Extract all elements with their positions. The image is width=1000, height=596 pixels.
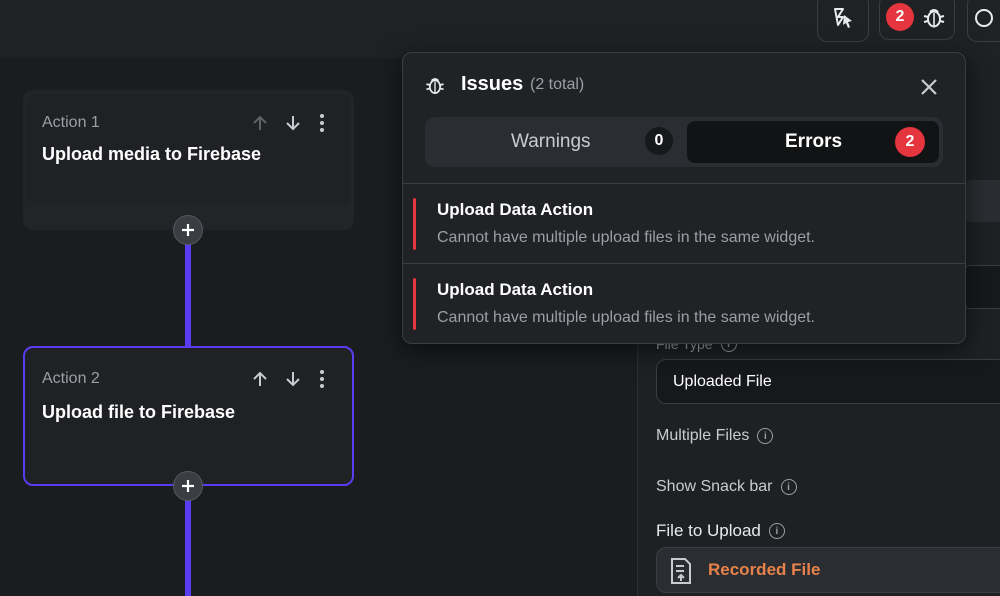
issue-title: Upload Data Action	[437, 280, 594, 299]
recorded-file-value: Recorded File	[708, 560, 821, 579]
action-label: Action 1	[42, 114, 100, 131]
move-down-button[interactable]	[282, 368, 304, 390]
file-type-dropdown[interactable]: Uploaded File	[656, 359, 1000, 404]
issues-popup: Issues (2 total) Warnings 0 Errors 2 Upl…	[402, 52, 966, 344]
settings-button[interactable]	[967, 0, 1000, 42]
flutterflow-cursor-icon	[834, 8, 852, 28]
close-button[interactable]	[915, 73, 943, 101]
file-to-upload-selector[interactable]: Recorded File	[656, 547, 1000, 593]
more-vert-icon	[320, 370, 324, 388]
issues-tabs: Warnings 0 Errors 2	[425, 117, 943, 167]
more-vert-icon	[320, 114, 324, 132]
errors-count-badge: 2	[895, 127, 925, 157]
info-icon[interactable]: i	[757, 428, 774, 444]
panel-field-obscured[interactable]	[964, 265, 1000, 309]
action-title: Upload file to Firebase	[42, 402, 236, 422]
issues-button[interactable]: 2	[879, 0, 955, 40]
action-card-1[interactable]: Action 1 Upload media to Firebase	[23, 90, 354, 230]
issue-description: Cannot have multiple upload files in the…	[437, 309, 815, 326]
issue-title: Upload Data Action	[437, 200, 594, 219]
issues-total: (2 total)	[530, 76, 585, 93]
flow-connector-line	[185, 240, 191, 350]
tab-warnings[interactable]: Warnings 0	[425, 117, 687, 167]
issue-item[interactable]: Upload Data Action Cannot have multiple …	[403, 183, 965, 264]
issues-title: Issues	[461, 73, 524, 95]
arrow-down-icon	[286, 116, 300, 131]
action-label: Action 2	[42, 370, 100, 387]
bug-icon	[923, 9, 945, 28]
document-upload-icon	[671, 558, 691, 584]
multiple-files-label: Multiple Files i	[656, 427, 774, 445]
plus-icon	[182, 480, 194, 492]
top-toolbar: 2	[0, 0, 1000, 59]
preview-button[interactable]	[817, 0, 869, 42]
info-icon[interactable]: i	[768, 523, 785, 539]
file-to-upload-label: File to Upload i	[656, 521, 785, 541]
tab-errors[interactable]: Errors 2	[687, 121, 939, 163]
add-action-button[interactable]	[173, 471, 203, 501]
action-title: Upload media to Firebase	[42, 144, 262, 164]
error-count-badge: 2	[886, 3, 914, 31]
action-card-2[interactable]: Action 2 Upload file to Firebase	[23, 346, 354, 486]
error-indicator	[413, 278, 416, 330]
panel-field-obscured[interactable]	[964, 180, 1000, 222]
error-indicator	[413, 198, 416, 250]
show-snackbar-label: Show Snack bar i	[656, 478, 797, 496]
arrow-down-icon	[286, 372, 300, 387]
arrow-up-icon	[253, 115, 267, 130]
issue-item[interactable]: Upload Data Action Cannot have multiple …	[403, 263, 965, 344]
plus-icon	[182, 224, 194, 236]
warnings-count-badge: 0	[645, 127, 673, 155]
info-icon[interactable]: i	[780, 479, 797, 495]
add-action-button[interactable]	[173, 215, 203, 245]
move-up-button[interactable]	[249, 112, 271, 134]
move-down-button[interactable]	[282, 112, 304, 134]
arrow-up-icon	[253, 371, 267, 386]
more-options-button[interactable]	[311, 368, 333, 390]
move-up-button[interactable]	[249, 368, 271, 390]
settings-icon	[975, 9, 993, 27]
flow-connector-line	[185, 500, 191, 596]
bug-icon	[426, 78, 444, 94]
more-options-button[interactable]	[311, 112, 333, 134]
issue-description: Cannot have multiple upload files in the…	[437, 229, 815, 246]
close-icon	[921, 79, 937, 95]
